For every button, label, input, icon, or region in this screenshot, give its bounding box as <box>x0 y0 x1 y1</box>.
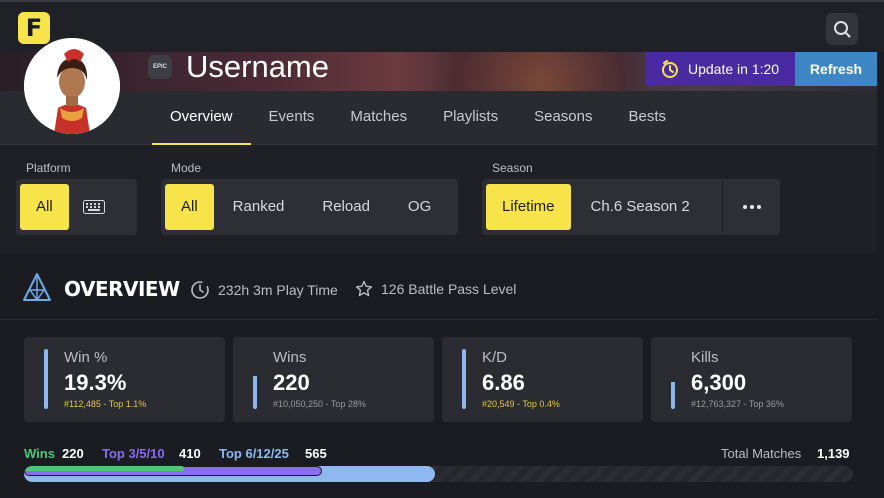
stat-card-wins: Wins 220 #10,050,250 - Top 28% <box>233 337 434 422</box>
season-current[interactable]: Ch.6 Season 2 <box>571 184 710 230</box>
top-a-label: Top 3/5/10 <box>102 446 165 461</box>
tab-events[interactable]: Events <box>251 91 333 145</box>
platform-all[interactable]: All <box>20 184 69 230</box>
stat-label: Win % <box>64 349 108 366</box>
play-time: 232h 3m Play Time <box>190 280 338 300</box>
placement-progress <box>24 466 853 482</box>
stat-label: Kills <box>691 349 719 366</box>
update-label: Update in 1:20 <box>688 61 780 77</box>
top-bar: F <box>0 0 884 52</box>
mode-og[interactable]: OG <box>389 184 450 230</box>
platform-label: Platform <box>26 161 71 175</box>
refresh-button[interactable]: Refresh <box>795 52 877 86</box>
stat-accent-bar <box>44 349 48 409</box>
filter-bar: Platform All Mode All Ranked Reload OG S… <box>0 145 877 253</box>
platform-keyboard[interactable] <box>69 184 119 230</box>
profile-tabs: Overview Events Matches Playlists Season… <box>152 91 684 145</box>
stat-accent-bar <box>462 349 466 409</box>
top-b-label: Top 6/12/25 <box>219 446 289 461</box>
stat-accent-bar <box>671 349 675 409</box>
season-label: Season <box>492 161 533 175</box>
season-lifetime[interactable]: Lifetime <box>486 184 571 230</box>
stat-rank: #10,050,250 - Top 28% <box>273 399 366 409</box>
mode-label: Mode <box>171 161 202 175</box>
wins-value: 220 <box>62 446 84 461</box>
stat-card-win-pct: Win % 19.3% #112,485 - Top 1.1% <box>24 337 225 422</box>
avatar <box>24 38 120 134</box>
keyboard-icon <box>82 200 105 214</box>
mode-all[interactable]: All <box>165 184 214 230</box>
mode-ranked[interactable]: Ranked <box>214 184 304 230</box>
site-logo[interactable]: F <box>18 12 50 44</box>
epic-games-icon: EPIC <box>148 55 172 79</box>
tab-overview[interactable]: Overview <box>152 91 251 145</box>
stat-rank: #12,763,327 - Top 36% <box>691 399 784 409</box>
star-icon <box>355 280 373 297</box>
overview-header: OVERVIEW 232h 3m Play Time 126 Battle Pa… <box>0 260 877 320</box>
total-value: 1,139 <box>817 446 850 461</box>
stat-card-kills: Kills 6,300 #12,763,327 - Top 36% <box>651 337 852 422</box>
stat-value: 6.86 <box>482 370 525 395</box>
stat-rank: #20,549 - Top 0.4% <box>482 399 560 409</box>
clock-icon <box>191 281 209 299</box>
overview-title: OVERVIEW <box>64 277 180 301</box>
top-b-value: 565 <box>305 446 327 461</box>
wins-label: Wins <box>24 446 55 461</box>
ellipsis-icon <box>742 205 761 209</box>
mode-selector: All Ranked Reload OG <box>161 179 458 235</box>
tab-bests[interactable]: Bests <box>610 91 684 145</box>
banner-artwork <box>420 52 660 91</box>
platform-selector: All <box>16 179 137 235</box>
timer-icon <box>662 60 678 78</box>
battle-pass-text: 126 Battle Pass Level <box>381 281 517 297</box>
tab-seasons[interactable]: Seasons <box>516 91 610 145</box>
wins-bar <box>24 466 184 471</box>
battle-pass-level: 126 Battle Pass Level <box>355 280 516 298</box>
stat-label: Wins <box>273 349 307 366</box>
stat-value: 220 <box>273 370 310 395</box>
top-a-value: 410 <box>179 446 201 461</box>
search-icon <box>834 21 851 38</box>
stat-value: 19.3% <box>64 370 127 395</box>
mode-reload[interactable]: Reload <box>303 184 389 230</box>
stat-value: 6,300 <box>691 370 747 395</box>
season-selector: Lifetime Ch.6 Season 2 <box>482 179 722 235</box>
username: Username <box>186 49 329 84</box>
overview-icon <box>23 273 51 301</box>
play-time-text: 232h 3m Play Time <box>218 282 338 298</box>
tab-playlists[interactable]: Playlists <box>425 91 516 145</box>
season-more-button[interactable] <box>722 179 780 235</box>
search-button[interactable] <box>826 13 858 45</box>
tab-matches[interactable]: Matches <box>332 91 425 145</box>
stat-label: K/D <box>482 349 508 366</box>
stat-rank: #112,485 - Top 1.1% <box>64 399 147 409</box>
update-button[interactable]: Update in 1:20 <box>646 52 795 86</box>
placement-summary: Wins 220 Top 3/5/10 410 Top 6/12/25 565 … <box>24 446 854 464</box>
total-label: Total Matches <box>721 446 802 461</box>
avatar-image <box>24 38 120 134</box>
stat-accent-bar <box>253 349 257 409</box>
stat-card-kd: K/D 6.86 #20,549 - Top 0.4% <box>442 337 643 422</box>
